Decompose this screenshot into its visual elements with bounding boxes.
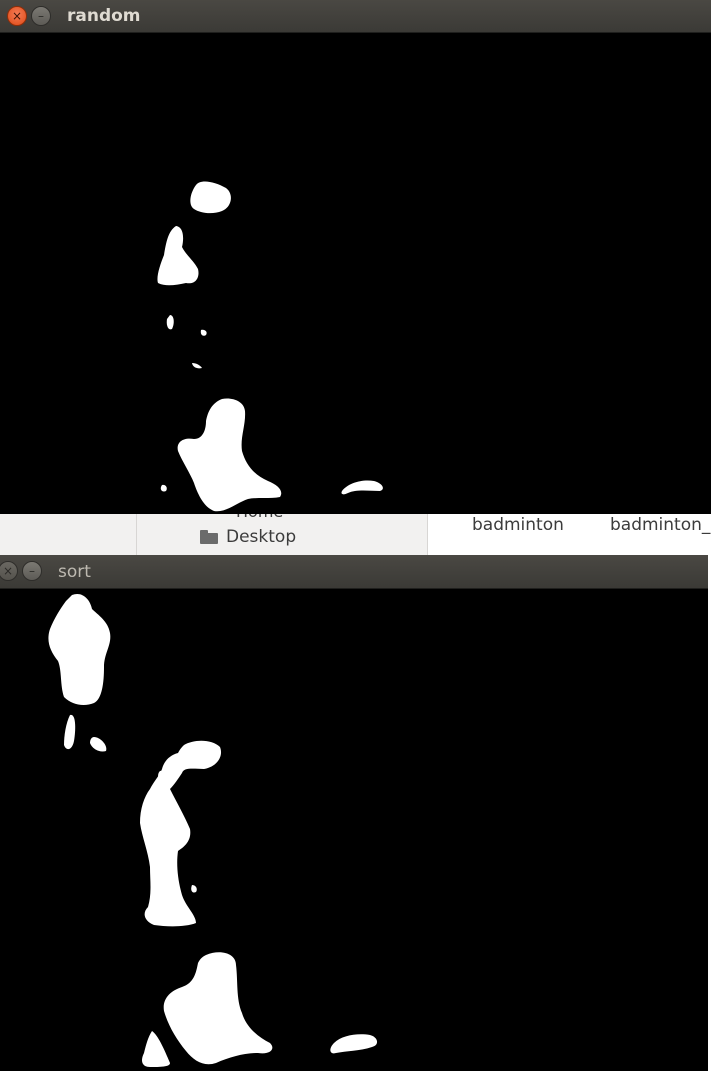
blob xyxy=(48,593,111,705)
blob xyxy=(330,1034,378,1054)
file-item-badminton-2[interactable]: badminton_ xyxy=(610,515,710,535)
minimize-button[interactable]: – xyxy=(31,6,51,26)
blob xyxy=(90,737,107,752)
close-button[interactable]: × xyxy=(0,561,18,581)
close-button[interactable]: × xyxy=(7,6,27,26)
blob xyxy=(190,181,231,214)
close-icon: × xyxy=(2,564,14,578)
blob xyxy=(200,329,207,336)
close-icon: × xyxy=(11,9,23,23)
blob xyxy=(191,885,197,893)
titlebar-random[interactable]: × – random xyxy=(0,0,711,33)
blob xyxy=(157,226,199,286)
mask-svg-sort xyxy=(48,593,378,1067)
window-sort: × – sort xyxy=(0,555,708,1071)
blob xyxy=(341,480,383,495)
mask-image-sort xyxy=(0,589,708,1071)
folder-icon xyxy=(200,530,218,544)
blob xyxy=(163,952,273,1065)
mask-svg-random xyxy=(157,181,383,512)
window-title: random xyxy=(67,6,141,26)
minimize-button[interactable]: – xyxy=(22,561,42,581)
blob xyxy=(160,484,167,492)
blob xyxy=(140,740,222,927)
file-item-badminton[interactable]: badminton xyxy=(472,515,564,535)
minimize-icon: – xyxy=(29,564,35,578)
titlebar-sort[interactable]: × – sort xyxy=(0,555,708,589)
blob xyxy=(64,714,76,750)
minimize-icon: – xyxy=(38,9,44,23)
blob xyxy=(192,363,202,369)
sidebar-item-label: Desktop xyxy=(226,527,297,547)
blob xyxy=(142,1031,170,1067)
mask-image-random xyxy=(0,33,711,514)
sidebar-item-desktop[interactable]: Desktop xyxy=(200,524,296,550)
blob xyxy=(166,315,174,330)
window-title: sort xyxy=(58,562,91,582)
blob xyxy=(177,398,282,512)
window-random: × – random xyxy=(0,0,711,514)
